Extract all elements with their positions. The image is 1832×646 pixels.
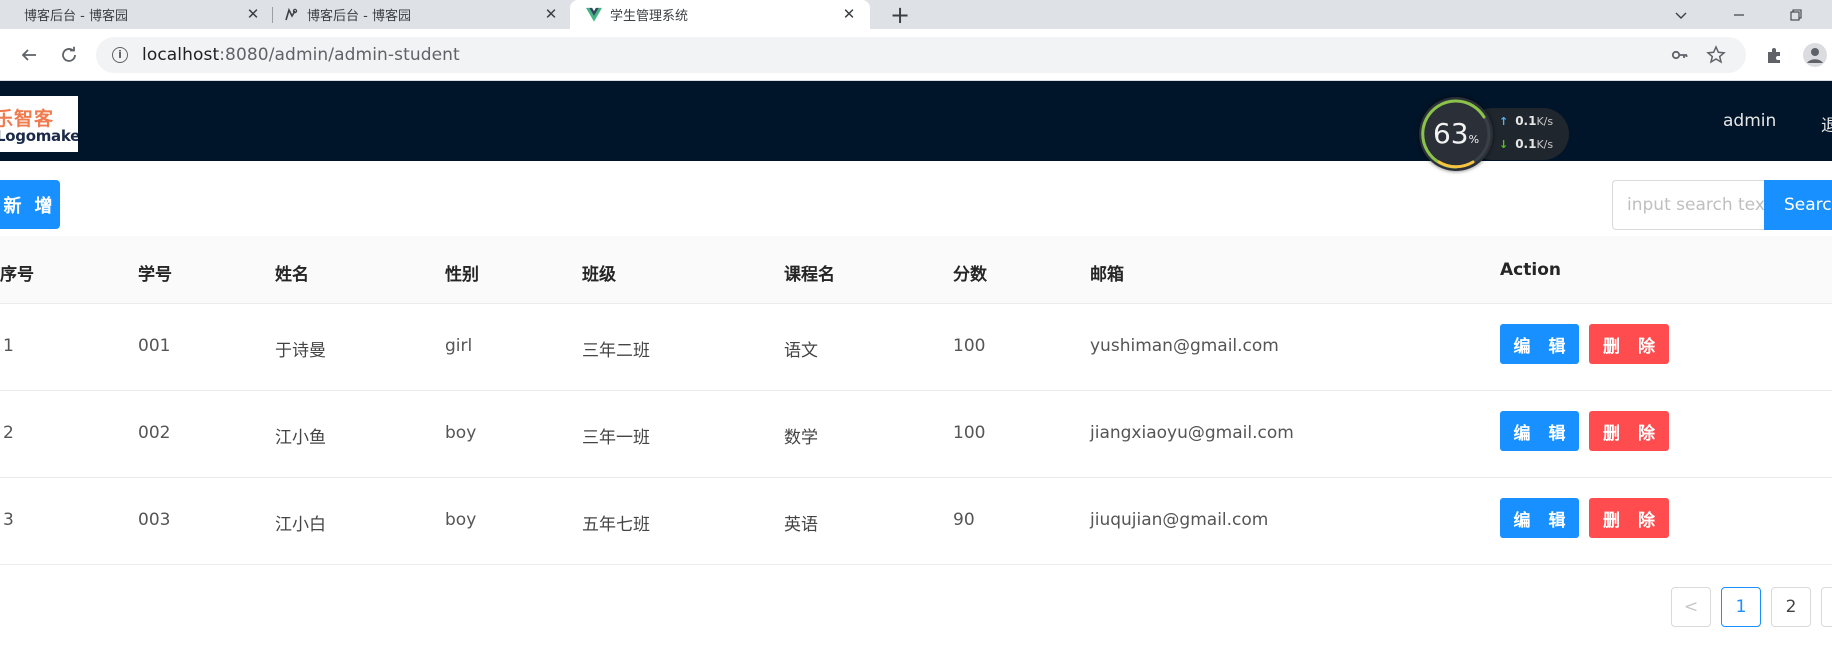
bookmark-star-icon[interactable] <box>1705 44 1727 66</box>
col-header-score: 分数 <box>953 265 987 285</box>
cpu-ring: 63% <box>1419 97 1493 171</box>
tab-title: 博客后台 - 博客园 <box>24 9 128 24</box>
logo[interactable]: 乐智客 Logomaker <box>0 96 78 152</box>
tab-close-icon[interactable]: ✕ <box>840 5 858 23</box>
col-header-gender: 性别 <box>445 265 479 285</box>
search-button[interactable]: Search <box>1764 180 1832 230</box>
upload-speed: ↑ 0.1K/s <box>1499 114 1554 128</box>
col-header-index: 序号 <box>0 265 34 285</box>
col-header-class: 班级 <box>582 265 616 285</box>
col-header-student-id: 学号 <box>138 265 172 285</box>
add-button[interactable]: 新 增 <box>0 180 60 229</box>
cell-class: 三年一班 <box>582 428 650 448</box>
cell-gender: boy <box>445 423 477 443</box>
delete-button[interactable]: 删 除 <box>1589 324 1669 364</box>
delete-button[interactable]: 删 除 <box>1589 411 1669 451</box>
minimize-icon[interactable] <box>1719 0 1759 29</box>
logout-link[interactable]: 退出 <box>1821 111 1832 136</box>
col-header-email: 邮箱 <box>1090 265 1124 285</box>
tab-close-icon[interactable]: ✕ <box>244 5 262 23</box>
col-header-action: Action <box>1500 260 1561 280</box>
cnblogs-favicon-icon <box>283 7 299 23</box>
key-icon[interactable] <box>1669 44 1691 66</box>
pagination-next-button[interactable] <box>1821 587 1832 627</box>
vue-favicon-icon <box>586 7 602 23</box>
pagination-page-1[interactable]: 1 <box>1721 587 1761 627</box>
cell-email: jiuqujian@gmail.com <box>1090 510 1269 530</box>
pagination-page-2[interactable]: 2 <box>1771 587 1811 627</box>
table-row: 1 001 于诗曼 girl 三年二班 语文 100 yushiman@gmai… <box>0 304 1832 391</box>
delete-button[interactable]: 删 除 <box>1589 498 1669 538</box>
cell-gender: girl <box>445 336 473 356</box>
cell-student-id: 002 <box>138 423 171 443</box>
cell-gender: boy <box>445 510 477 530</box>
cnblogs-favicon-icon <box>0 7 16 23</box>
cell-student-id: 003 <box>138 510 171 530</box>
reload-icon[interactable] <box>57 43 81 67</box>
tab-title: 博客后台 - 博客园 <box>307 9 411 24</box>
edit-button[interactable]: 编 辑 <box>1500 324 1579 364</box>
pagination-prev-button[interactable]: < <box>1671 587 1711 627</box>
tab-separator <box>272 7 273 23</box>
download-arrow-icon: ↓ <box>1499 138 1509 151</box>
cell-course: 英语 <box>784 515 818 535</box>
site-info-icon[interactable]: i <box>112 47 128 63</box>
network-speed-widget[interactable]: 63% ↑ 0.1K/s ↓ 0.1K/s <box>1419 97 1569 171</box>
browser-tab-1[interactable]: 博客后台 - 博客园 ✕ <box>0 0 268 29</box>
cell-class: 五年七班 <box>582 515 650 535</box>
cell-class: 三年二班 <box>582 341 650 361</box>
tab-search-chevron-icon[interactable] <box>1661 0 1701 29</box>
tab-title: 学生管理系统 <box>610 9 689 24</box>
search-input[interactable] <box>1612 180 1764 230</box>
cell-name: 江小白 <box>275 515 326 535</box>
cell-index: 1 <box>3 336 14 356</box>
col-header-course: 课程名 <box>784 265 835 285</box>
col-header-name: 姓名 <box>275 265 309 285</box>
browser-tab-3-active[interactable]: 学生管理系统 ✕ <box>570 0 870 29</box>
profile-avatar-icon[interactable] <box>1803 43 1827 67</box>
upload-arrow-icon: ↑ <box>1499 115 1509 128</box>
cell-email: yushiman@gmail.com <box>1090 336 1279 356</box>
browser-tab-2[interactable]: 博客后台 - 博客园 ✕ <box>283 0 565 29</box>
address-bar[interactable]: i localhost:8080/admin/admin-student <box>96 37 1746 73</box>
extensions-puzzle-icon[interactable] <box>1763 43 1787 67</box>
restore-icon[interactable] <box>1776 0 1816 29</box>
cell-course: 数学 <box>784 428 818 448</box>
cell-course: 语文 <box>784 341 818 361</box>
cell-name: 于诗曼 <box>275 341 326 361</box>
new-tab-button[interactable]: + <box>886 1 914 29</box>
tab-close-icon[interactable]: ✕ <box>542 5 560 23</box>
table-row: 3 003 江小白 boy 五年七班 英语 90 jiuqujian@gmail… <box>0 478 1832 565</box>
browser-toolbar: i localhost:8080/admin/admin-student <box>0 29 1832 81</box>
cell-index: 3 <box>3 510 14 530</box>
cell-student-id: 001 <box>138 336 171 356</box>
cell-score: 100 <box>953 423 986 443</box>
cell-score: 100 <box>953 336 986 356</box>
cell-email: jiangxiaoyu@gmail.com <box>1090 423 1294 443</box>
user-name[interactable]: admin <box>1723 111 1776 131</box>
cell-name: 江小鱼 <box>275 428 326 448</box>
browser-tab-bar: 博客后台 - 博客园 ✕ 博客后台 - 博客园 ✕ 学生管理系统 ✕ + <box>0 0 1832 29</box>
edit-button[interactable]: 编 辑 <box>1500 498 1579 538</box>
cell-index: 2 <box>3 423 14 443</box>
logo-en-text: Logomaker <box>0 127 78 145</box>
download-speed: ↓ 0.1K/s <box>1499 137 1554 151</box>
back-arrow-icon[interactable] <box>17 43 41 67</box>
cpu-percent: 63% <box>1432 117 1480 150</box>
table-header: 序号 学号 姓名 性别 班级 课程名 分数 邮箱 Action <box>0 236 1832 304</box>
table-row: 2 002 江小鱼 boy 三年一班 数学 100 jiangxiaoyu@gm… <box>0 391 1832 478</box>
edit-button[interactable]: 编 辑 <box>1500 411 1579 451</box>
url-text: localhost:8080/admin/admin-student <box>142 45 460 65</box>
cell-score: 90 <box>953 510 975 530</box>
